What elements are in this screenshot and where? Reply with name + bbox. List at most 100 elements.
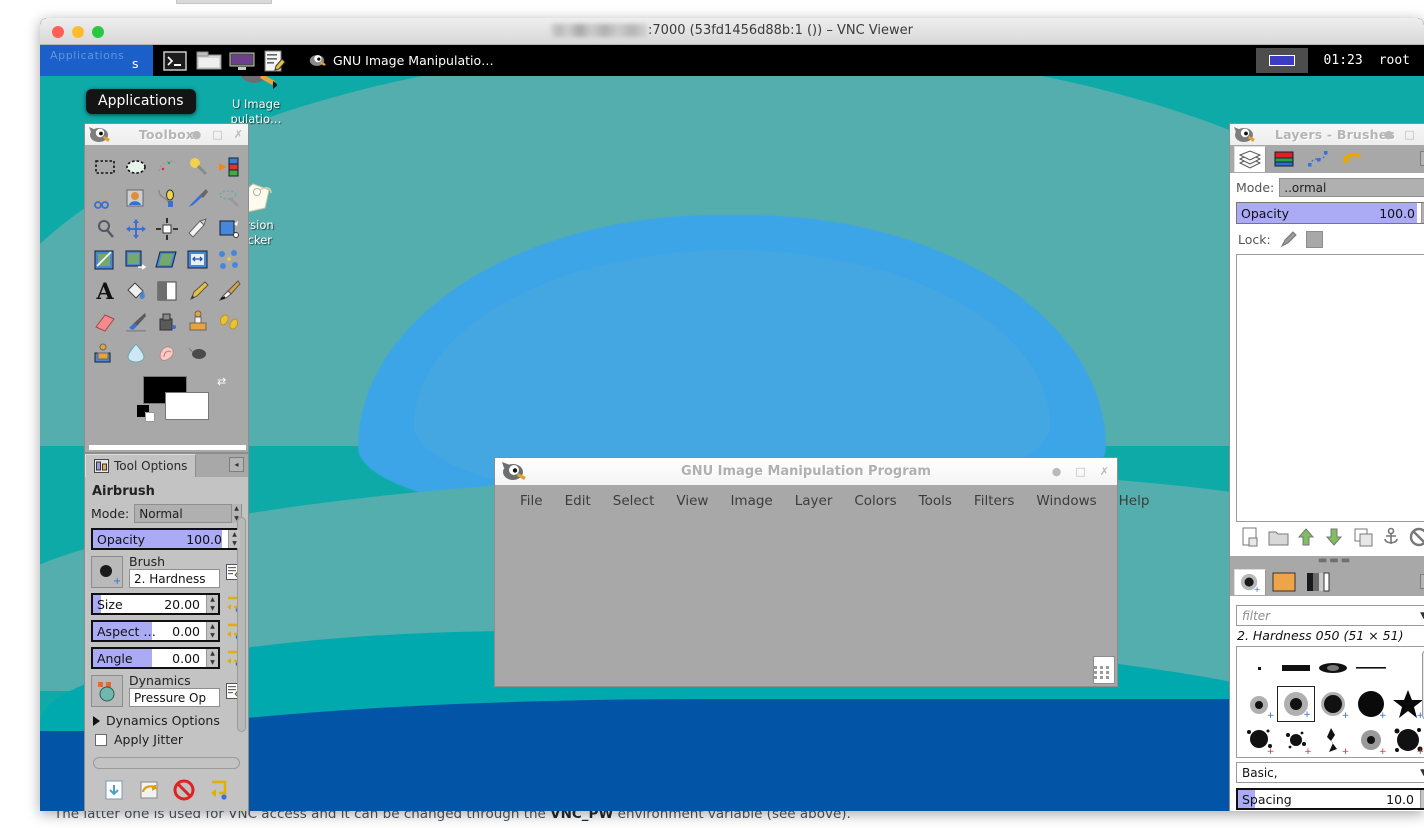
close-icon[interactable]: ✗ [1100,466,1109,477]
tab-gradients[interactable] [1302,569,1334,595]
brush-item[interactable] [1240,650,1277,686]
background-color-swatch[interactable] [165,392,209,420]
perspective-tool[interactable] [182,246,213,273]
brush-item[interactable]: + [1277,722,1314,757]
brush-item[interactable]: + [1352,686,1389,722]
angle-stepper[interactable]: ▲ ▼ [206,649,218,667]
tab-paths[interactable] [1302,146,1334,172]
brush-item[interactable] [1352,650,1389,686]
angle-slider[interactable]: Angle 0.00 ▲ ▼ [91,647,220,669]
gimp-toolbox-window[interactable]: Toolbox ● □ ✗ A ⇄ [84,123,249,453]
layers-dock-tabs[interactable]: ◂ [1230,145,1424,173]
gradient-tool[interactable] [151,277,182,304]
remote-desktop[interactable]: U Image pulatio… ersion ticker Applicati… [40,45,1424,811]
brush-item[interactable]: + [1240,722,1277,757]
free-select-tool[interactable] [151,153,182,180]
menu-help[interactable]: Help [1108,491,1161,511]
duplicate-layer-icon[interactable] [1353,527,1374,548]
save-tool-preset-icon[interactable] [103,779,125,801]
dynamics-options-expander[interactable]: Dynamics Options [93,713,242,728]
opacity-stepper[interactable]: ▲ ▼ [228,530,240,548]
brush-preview[interactable]: + [91,555,123,588]
scale-tool[interactable] [120,246,151,273]
anchor-layer-icon[interactable] [1381,527,1402,548]
tool-options-tabrow[interactable]: Tool Options ◂ [85,454,248,477]
move-tool[interactable] [120,215,151,242]
text-editor-icon[interactable] [262,50,286,72]
chevron-down-icon[interactable]: ▼ [1420,768,1424,778]
menu-select[interactable]: Select [602,491,666,511]
fuzzy-select-tool[interactable] [182,153,213,180]
dock-resize-grip[interactable]: ▬▬▬ [1230,556,1424,568]
layer-action-buttons[interactable] [1236,522,1424,551]
aspect-slider[interactable]: Aspect … 0.00 ▲ ▼ [91,620,220,642]
minimize-icon[interactable]: ● [1384,129,1394,140]
brush-item[interactable]: + [1315,686,1352,722]
layer-opacity-slider[interactable]: Opacity 100.0 [1236,202,1424,224]
aspect-row[interactable]: Aspect … 0.00 ▲ ▼ [91,620,242,642]
file-manager-icon[interactable] [196,50,222,72]
brushes-panel[interactable]: filter ▼ 2. Hardness 050 (51 × 51) + + +… [1230,596,1424,811]
ellipse-select-tool[interactable] [120,153,151,180]
window-resize-handle[interactable] [1093,656,1115,684]
gimp-main-canvas[interactable]: File Edit Select View Image Layer Colors… [495,485,1149,686]
size-stepper[interactable]: ▲ ▼ [206,595,218,613]
blur-sharpen-tool[interactable] [120,339,151,366]
taskbar-status-area[interactable]: 01:23 root [1255,48,1424,73]
paintbrush-tool[interactable] [213,277,244,304]
color-picker-tool[interactable] [182,184,213,211]
dynamics-preview[interactable] [91,674,123,707]
right-dock-titlebar[interactable]: Layers - Brushes ● □ ✗ [1230,124,1424,145]
smudge-tool[interactable] [151,339,182,366]
lock-pixels-icon[interactable] [1280,231,1297,248]
unified-transform-tool[interactable] [213,215,244,242]
brush-value[interactable]: 2. Hardness [129,569,220,588]
gimp-menubar[interactable]: File Edit Select View Image Layer Colors… [495,485,1149,511]
raise-layer-icon[interactable] [1296,527,1317,548]
layers-brushes-dock[interactable]: Layers - Brushes ● □ ✗ [1229,123,1424,811]
brush-item-selected[interactable]: + [1277,686,1315,722]
brush-item[interactable]: + [1315,722,1352,757]
menu-file[interactable]: File [509,491,554,511]
select-by-color-tool[interactable] [213,153,244,180]
collapse-right-dock-button[interactable]: ◂ [1420,151,1424,166]
minimize-icon[interactable]: ● [192,129,202,140]
brush-selector[interactable]: Brush 2. Hardness [129,555,220,588]
default-colors-bg[interactable] [145,412,155,422]
paths-tool[interactable] [151,184,182,211]
maximize-icon[interactable]: □ [1404,129,1414,140]
aspect-stepper[interactable]: ▲ ▼ [206,622,218,640]
angle-row[interactable]: Angle 0.00 ▲ ▼ [91,647,242,669]
brush-tag-select[interactable]: Basic, ▼ [1236,762,1424,783]
brush-item[interactable]: + [1240,686,1277,722]
spacing-stepper[interactable]: ▲▼ [1420,790,1424,808]
airbrush-tool[interactable] [120,308,151,335]
taskbar-window-button-gimp[interactable]: GNU Image Manipulatio… [286,53,494,68]
rotate-tool[interactable] [89,246,120,273]
toolbox-titlebar[interactable]: Toolbox ● □ ✗ [85,124,248,145]
terminal-icon[interactable] [163,50,187,72]
collapse-brushes-dock-button[interactable]: ◂ [1420,574,1424,589]
tool-options-footer[interactable] [91,777,242,803]
brush-grid[interactable]: + + + + + + + + + + [1237,647,1424,757]
brush-item[interactable] [1277,650,1314,686]
shear-tool[interactable] [151,246,182,273]
close-icon[interactable]: ✗ [234,129,243,140]
opacity-slider[interactable]: Opacity 100.0 ▲ ▼ [91,528,242,550]
lock-alpha-icon[interactable] [1305,231,1323,248]
menu-view[interactable]: View [665,491,719,511]
new-layer-icon[interactable] [1240,527,1261,548]
tool-options-pill[interactable] [93,757,240,769]
maximize-icon[interactable]: □ [1075,466,1085,477]
dodge-burn-tool[interactable] [182,339,213,366]
pencil-tool[interactable] [182,277,213,304]
lock-row[interactable]: Lock: [1238,231,1424,248]
tab-brushes[interactable]: + [1234,569,1266,595]
delete-tool-preset-icon[interactable] [173,779,195,801]
reset-tool-options-icon[interactable] [208,779,230,801]
layer-mode-select[interactable]: ..ormal [1279,178,1424,197]
menu-edit[interactable]: Edit [554,491,602,511]
layer-mode-row[interactable]: Mode: ..ormal [1236,178,1424,197]
menu-image[interactable]: Image [719,491,783,511]
brush-item[interactable] [1315,650,1352,686]
